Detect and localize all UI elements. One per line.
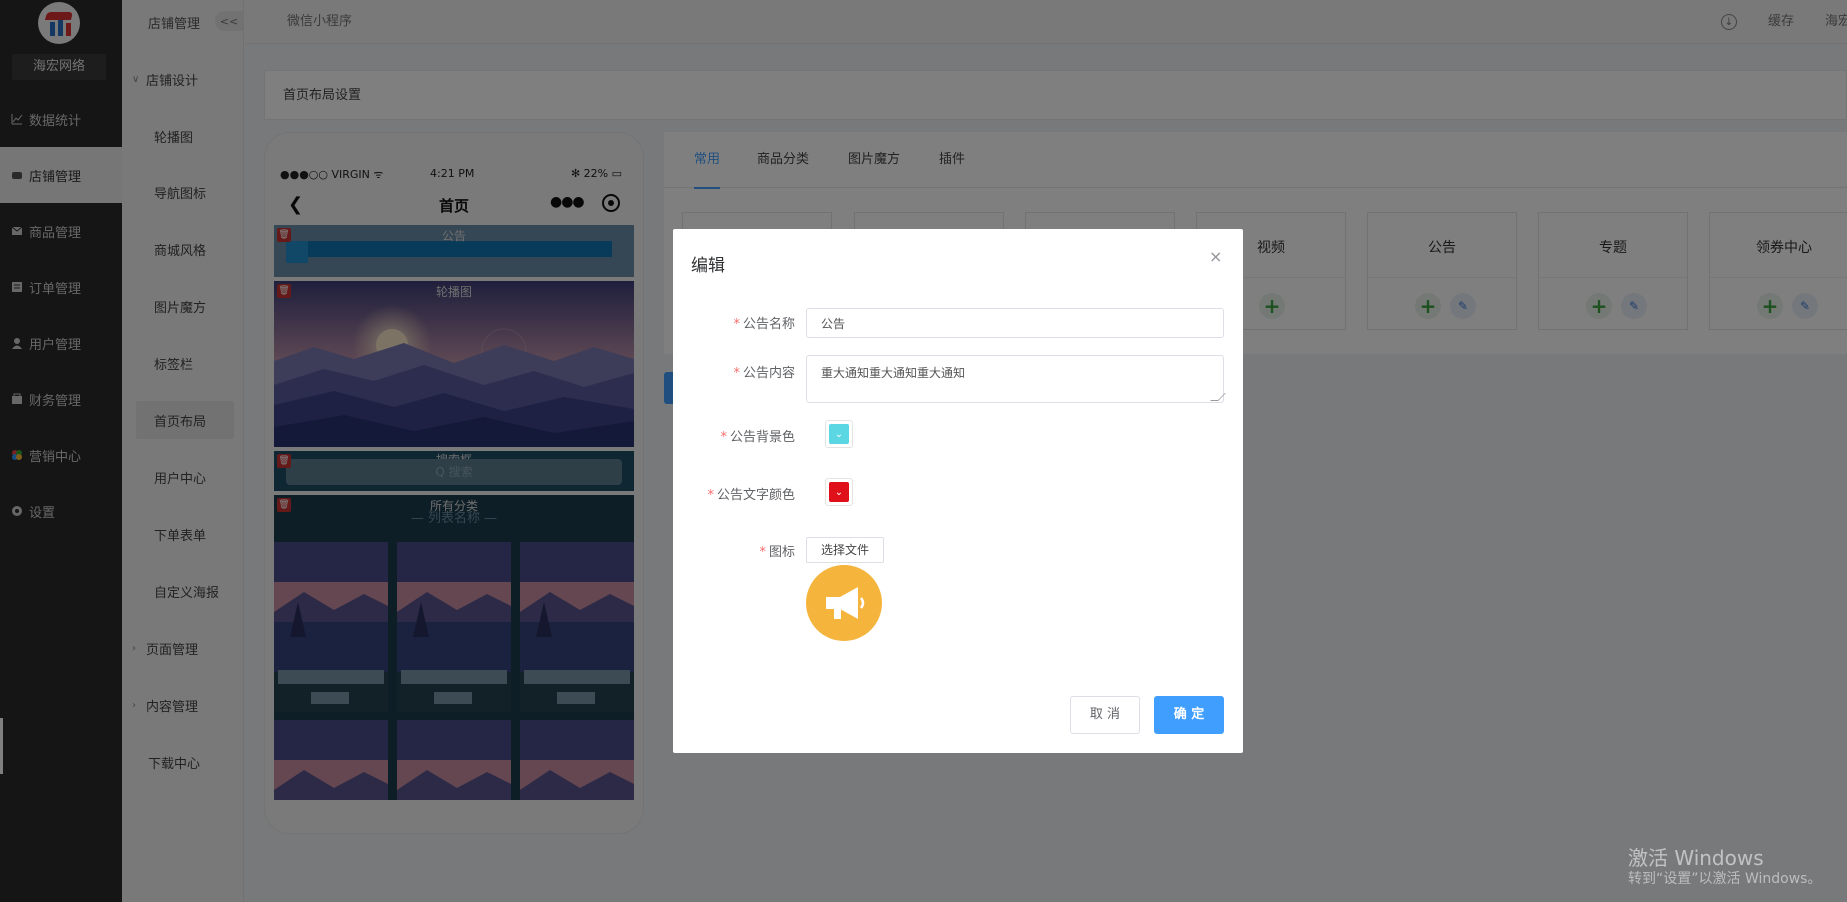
- close-icon[interactable]: ×: [1209, 247, 1222, 266]
- notice-content-textarea[interactable]: 重大通知重大通知重大通知: [806, 355, 1224, 403]
- edit-dialog: 编辑 × *公告名称 *公告内容 重大通知重大通知重大通知 *公告背景色 ⌄ *…: [673, 229, 1243, 753]
- bg-color-label: * 公告背景色: [720, 430, 795, 445]
- notice-name-input[interactable]: [806, 308, 1224, 338]
- windows-watermark-hint: 转到“设置”以激活 Windows。: [1628, 871, 1822, 887]
- notice-content-label: * 公告内容: [733, 366, 795, 381]
- text-color-picker[interactable]: ⌄: [825, 478, 853, 506]
- confirm-button[interactable]: 确 定: [1154, 696, 1224, 734]
- dialog-title: 编辑: [691, 256, 725, 276]
- windows-watermark: 激活 Windows: [1628, 846, 1764, 870]
- bg-color-picker[interactable]: ⌄: [825, 420, 853, 448]
- text-color-label: * 公告文字颜色: [707, 488, 795, 503]
- chevron-down-icon: ⌄: [829, 482, 849, 502]
- icon-label: * 图标: [759, 545, 795, 560]
- notice-name-label: * 公告名称: [733, 317, 795, 332]
- choose-file-button[interactable]: 选择文件: [806, 537, 884, 563]
- chevron-down-icon: ⌄: [829, 424, 849, 444]
- cancel-button[interactable]: 取 消: [1070, 696, 1140, 734]
- megaphone-icon: [806, 565, 882, 641]
